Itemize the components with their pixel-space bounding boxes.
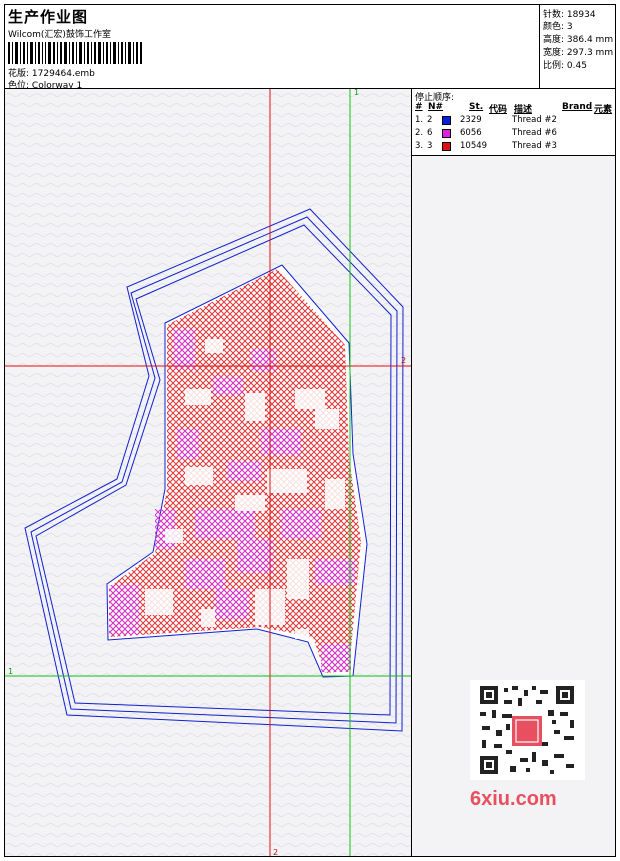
color-swatch (442, 129, 451, 138)
row-desc: Thread #3 (512, 141, 557, 151)
row-needle: 6 (427, 128, 433, 138)
height-row: 高度: 386.4 mm (543, 32, 613, 45)
qr-code-icon (470, 680, 585, 780)
width-row: 宽度: 297.3 mm (543, 45, 613, 58)
col-element: 元素 (594, 105, 613, 115)
stop-sequence-table: 停止顺序: # N# St. 代码 描述 Brand 元素 1. 2 2329 … (412, 89, 615, 156)
green-left-label: 1 (8, 667, 14, 676)
col-desc: 描述 (514, 105, 533, 115)
design-canvas[interactable] (5, 89, 412, 856)
col-n: N# (428, 102, 444, 112)
row-desc: Thread #2 (512, 115, 557, 125)
scale-label: 比例: (543, 61, 565, 71)
row-desc: Thread #6 (512, 128, 557, 138)
table-row: 1. 2 2329 Thread #2 (412, 115, 615, 128)
col-code: 代码 (489, 105, 508, 115)
row-code: 10549 (460, 141, 488, 151)
green-top-label: 1 (354, 88, 360, 97)
scale-value: 0.45 (566, 61, 587, 71)
height-label: 高度: (543, 35, 565, 45)
header-left: 生产作业图 Wilcom(汇宏)鼓饰工作室 花版: 1729464.emb 色位… (5, 5, 538, 91)
colors-row: 颜色: 3 (543, 19, 573, 32)
col-hash: # (415, 102, 423, 112)
color-swatch (442, 142, 451, 151)
row-needle: 3 (427, 141, 433, 151)
scale-row: 比例: 0.45 (543, 58, 587, 71)
height-value: 386.4 mm (566, 35, 614, 45)
page-title: 生产作业图 (8, 8, 89, 26)
red-bottom-label: 2 (273, 848, 279, 857)
col-st: St. (469, 102, 484, 112)
width-value: 297.3 mm (566, 48, 614, 58)
row-index: 1. (415, 115, 424, 125)
table-row: 3. 3 10549 Thread #3 (412, 141, 615, 154)
stats-panel: 针数: 18934 颜色: 3 高度: 386.4 mm 宽度: 297.3 m… (539, 5, 616, 89)
width-label: 宽度: (543, 48, 565, 58)
color-swatch (442, 116, 451, 125)
barcode (8, 42, 142, 64)
row-code: 6056 (460, 128, 482, 138)
colors-value: 3 (566, 22, 573, 32)
table-row: 2. 6 6056 Thread #6 (412, 128, 615, 141)
company-name: Wilcom(汇宏)鼓饰工作室 (8, 30, 111, 40)
row-needle: 2 (427, 115, 433, 125)
design-drawing (5, 89, 411, 856)
row-index: 2. (415, 128, 424, 138)
row-code: 2329 (460, 115, 482, 125)
row-index: 3. (415, 141, 424, 151)
colors-label: 颜色: (543, 22, 565, 32)
red-right-label: 2 (401, 356, 407, 365)
col-brand: Brand (562, 102, 593, 112)
watermark-brand: 6xiu.com (470, 788, 557, 810)
